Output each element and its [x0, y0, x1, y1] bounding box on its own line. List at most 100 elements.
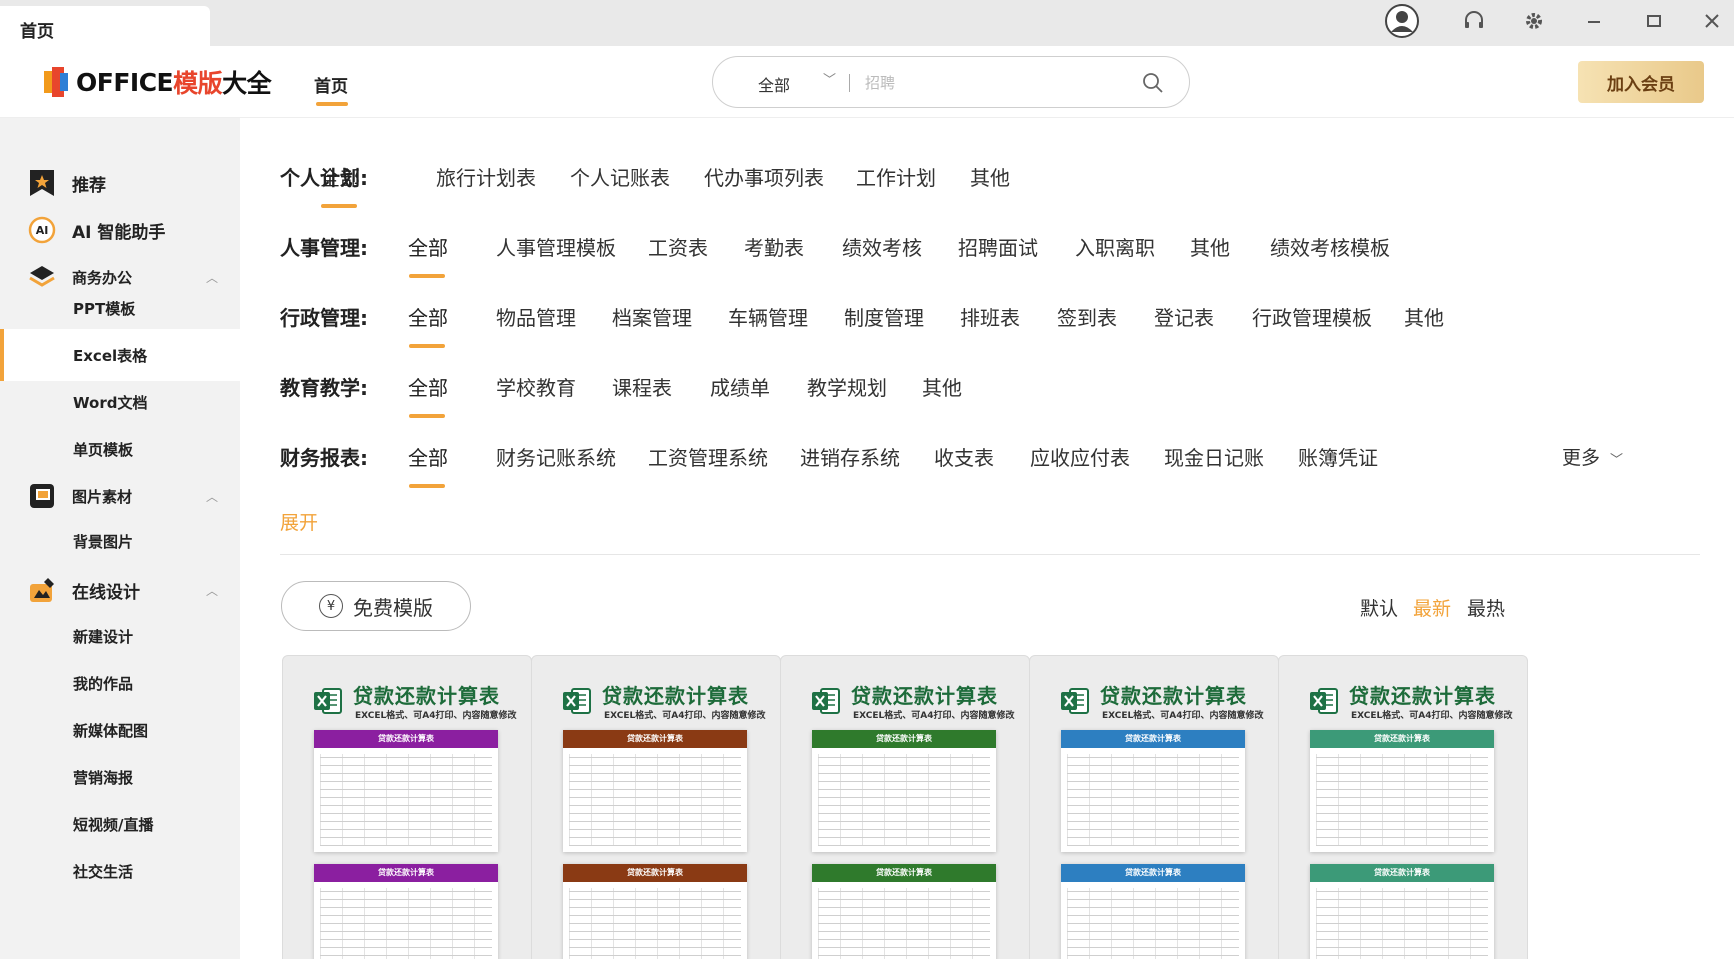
sidebar-item-short-video[interactable]: 短视频/直播	[0, 798, 240, 850]
filter-option[interactable]: 成绩单	[710, 372, 770, 401]
sidebar-item-new-media[interactable]: 新媒体配图	[0, 704, 240, 756]
filter-option[interactable]: 其他	[922, 372, 962, 401]
filter-option[interactable]: 行政管理模板	[1252, 302, 1372, 331]
filter-option[interactable]: 全部	[408, 442, 448, 488]
filter-option[interactable]: 制度管理	[844, 302, 924, 331]
sidebar-item-backgrounds[interactable]: 背景图片	[0, 515, 240, 567]
filter-option[interactable]: 进销存系统	[800, 442, 900, 471]
sort-newest[interactable]: 最新	[1413, 594, 1451, 621]
filter-option[interactable]: 财务记账系统	[496, 442, 616, 471]
sidebar-item-word[interactable]: Word文档	[0, 376, 240, 428]
filter-option[interactable]: 工资管理系统	[648, 442, 768, 471]
sidebar-item-images[interactable]: 图片素材 ︿	[0, 471, 240, 521]
filter-option[interactable]: 入职离职	[1075, 232, 1155, 261]
close-icon[interactable]	[1692, 4, 1732, 38]
filter-option[interactable]: 登记表	[1154, 302, 1214, 331]
sidebar-item-marketing[interactable]: 营销海报	[0, 751, 240, 803]
filter-label: 行政管理:	[280, 306, 368, 330]
sidebar-item-ppt[interactable]: PPT模板	[0, 282, 240, 334]
filter-option[interactable]: 签到表	[1057, 302, 1117, 331]
filter-label: 教育教学:	[280, 376, 368, 400]
filter-option[interactable]: 绩效考核模板	[1270, 232, 1390, 261]
filter-option[interactable]: 招聘面试	[958, 232, 1038, 261]
tab-home[interactable]: 首页	[0, 6, 210, 46]
chevron-down-icon[interactable]: ﹀	[823, 69, 836, 88]
template-card-title: 贷款还款计算表	[1349, 684, 1496, 708]
ai-icon: AI	[28, 216, 56, 244]
filter-option[interactable]: 其他	[1190, 232, 1230, 261]
template-card[interactable]: 贷款还款计算表 EXCEL格式、可A4打印、内容随意修改 贷款还款计算表 贷款还款计算…	[282, 655, 532, 959]
expand-link[interactable]: 展开	[280, 508, 318, 535]
nav-home[interactable]: 首页	[314, 72, 348, 106]
settings-gear-icon[interactable]	[1514, 4, 1554, 38]
filter-option[interactable]: 学校教育	[496, 372, 576, 401]
template-card[interactable]: 贷款还款计算表 EXCEL格式、可A4打印、内容随意修改 贷款还款计算表 贷款还款计算…	[531, 655, 781, 959]
filter-option[interactable]: 全部	[320, 162, 360, 208]
chevron-up-icon[interactable]: ︿	[206, 488, 218, 505]
avatar-icon[interactable]	[1382, 4, 1422, 38]
filter-option[interactable]: 绩效考核	[842, 232, 922, 261]
preview-sheet-title: 贷款还款计算表	[1310, 864, 1494, 882]
sidebar-item-new-design[interactable]: 新建设计	[0, 610, 240, 662]
filter-option[interactable]: 其他	[970, 162, 1010, 191]
template-preview-sheet: 贷款还款计算表	[563, 864, 747, 959]
template-card[interactable]: 贷款还款计算表 EXCEL格式、可A4打印、内容随意修改 贷款还款计算表 贷款还款计算…	[1029, 655, 1279, 959]
template-card[interactable]: 贷款还款计算表 EXCEL格式、可A4打印、内容随意修改 贷款还款计算表 贷款还款计算…	[1278, 655, 1528, 959]
sort-hottest[interactable]: 最热	[1467, 594, 1505, 621]
app-header: OFFICE模版大全 首页 全部 ﹀ 加入会员	[0, 46, 1734, 118]
app-logo[interactable]: OFFICE 模版 大全	[44, 66, 272, 98]
svg-text:AI: AI	[36, 224, 49, 237]
search-icon[interactable]	[1141, 71, 1165, 95]
filter-option[interactable]: 全部	[408, 302, 448, 348]
template-card[interactable]: 贷款还款计算表 EXCEL格式、可A4打印、内容随意修改 贷款还款计算表 贷款还款计算…	[780, 655, 1030, 959]
sidebar-item-ai-assistant[interactable]: AI AI 智能助手	[0, 205, 240, 255]
sidebar-item-label: 新建设计	[73, 627, 134, 646]
free-templates-button[interactable]: ¥ 免费模版	[281, 581, 471, 631]
logo-text-template: 模版	[173, 69, 223, 98]
filter-option[interactable]: 全部	[408, 232, 448, 278]
search-input[interactable]	[865, 70, 1125, 96]
sidebar-item-online-design[interactable]: 在线设计 ︿	[0, 565, 240, 615]
sort-default[interactable]: 默认	[1360, 594, 1398, 621]
excel-icon	[313, 686, 343, 716]
filter-option[interactable]: 工资表	[648, 232, 708, 261]
filter-option[interactable]: 个人记账表	[570, 162, 670, 191]
preview-sheet-title: 贷款还款计算表	[563, 730, 747, 748]
sidebar-item-social[interactable]: 社交生活	[0, 845, 240, 897]
more-filters-button[interactable]: 更多 ﹀	[1562, 443, 1623, 470]
filter-option[interactable]: 收支表	[934, 442, 994, 471]
filter-option[interactable]: 考勤表	[744, 232, 804, 261]
filter-option[interactable]: 档案管理	[612, 302, 692, 331]
chevron-up-icon[interactable]: ︿	[206, 582, 218, 599]
sidebar-item-my-works[interactable]: 我的作品	[0, 657, 240, 709]
search-category-select[interactable]: 全部	[758, 72, 790, 96]
filter-option[interactable]: 人事管理模板	[496, 232, 616, 261]
sidebar-item-single-page[interactable]: 单页模板	[0, 423, 240, 475]
filter-option[interactable]: 现金日记账	[1164, 442, 1264, 471]
filter-option[interactable]: 排班表	[960, 302, 1020, 331]
template-card-subtitle: EXCEL格式、可A4打印、内容随意修改	[853, 711, 1015, 721]
template-card-subtitle: EXCEL格式、可A4打印、内容随意修改	[1102, 711, 1264, 721]
join-vip-button[interactable]: 加入会员	[1578, 61, 1704, 103]
template-preview-sheet: 贷款还款计算表	[1310, 730, 1494, 852]
headset-icon[interactable]	[1454, 4, 1494, 38]
more-label: 更多	[1562, 447, 1601, 469]
filter-option[interactable]: 物品管理	[496, 302, 576, 331]
filter-option[interactable]: 账簿凭证	[1298, 442, 1378, 471]
sidebar-item-excel[interactable]: Excel表格	[0, 329, 240, 381]
sidebar-item-recommend[interactable]: 推荐	[0, 158, 240, 208]
filter-option[interactable]: 代办事项列表	[704, 162, 824, 191]
filter-option[interactable]: 工作计划	[856, 162, 936, 191]
filter-option[interactable]: 旅行计划表	[436, 162, 536, 191]
filter-option[interactable]: 车辆管理	[728, 302, 808, 331]
minimize-icon[interactable]	[1574, 4, 1614, 38]
filter-option[interactable]: 课程表	[612, 372, 672, 401]
maximize-icon[interactable]	[1634, 4, 1674, 38]
excel-icon	[562, 686, 592, 716]
filter-option[interactable]: 其他	[1404, 302, 1444, 331]
template-card-subtitle: EXCEL格式、可A4打印、内容随意修改	[604, 711, 766, 721]
sidebar-item-label: 社交生活	[73, 862, 134, 881]
filter-option[interactable]: 应收应付表	[1030, 442, 1130, 471]
filter-option[interactable]: 全部	[408, 372, 448, 418]
filter-option[interactable]: 教学规划	[807, 372, 887, 401]
